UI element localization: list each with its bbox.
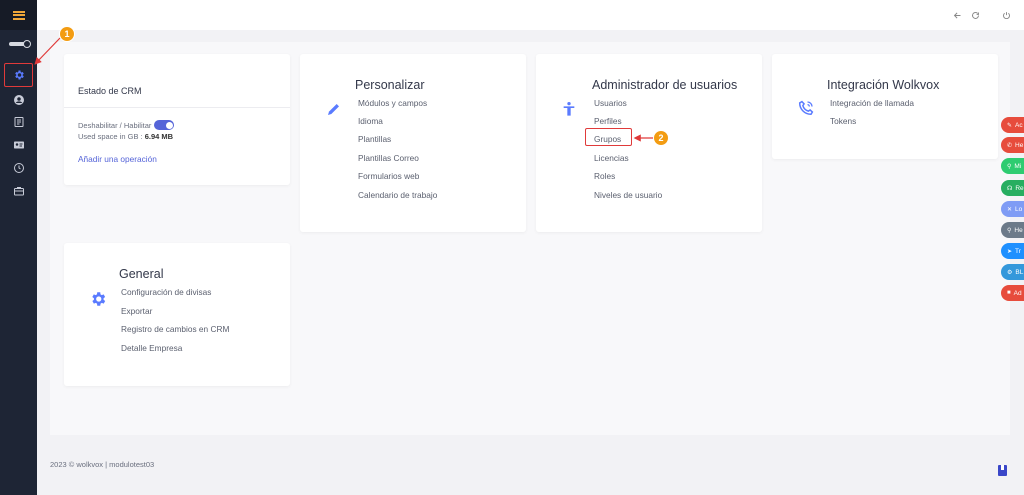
side-tab-9[interactable]: ■ Ad — [1001, 285, 1024, 301]
card-title: Estado de CRM — [78, 86, 142, 96]
headset-icon: ☊ — [1007, 185, 1013, 192]
footer-copyright: 2023 © wolkvox | modulotest03 — [50, 460, 155, 469]
integracion-wolkvox-card: Integración Wolkvox Integración de llama… — [772, 54, 998, 159]
used-space-value: 6.94 MB — [144, 132, 174, 141]
top-bar — [37, 0, 1024, 30]
refresh-button[interactable] — [968, 8, 982, 22]
gear-icon: ⚙ — [1007, 269, 1013, 276]
crm-toggle-row: Deshabilitar / Habilitar — [78, 120, 175, 130]
add-operation-link[interactable]: Añadir una operación — [78, 154, 157, 164]
sidebar-item-history[interactable] — [0, 157, 37, 179]
admin-usuarios-card: Administrador de usuarios Usuarios Perfi… — [536, 54, 762, 232]
link-plantillas[interactable]: Plantillas — [358, 134, 391, 144]
crm-enable-toggle[interactable] — [154, 120, 175, 130]
toggle-label: Deshabilitar / Habilitar — [78, 120, 152, 130]
link-perfiles[interactable]: Perfiles — [594, 116, 622, 126]
briefcase-icon — [13, 187, 24, 196]
send-icon: ➤ — [1007, 248, 1013, 255]
side-tab-5[interactable]: ✕ Lo — [1001, 201, 1024, 217]
card-title: Administrador de usuarios — [592, 78, 738, 92]
close-icon: ✕ — [1007, 206, 1013, 213]
link-plantillas-correo[interactable]: Plantillas Correo — [358, 153, 419, 163]
sidebar-item-list[interactable] — [0, 111, 37, 133]
book-icon[interactable] — [998, 465, 1007, 476]
mic-icon: ⚲ — [1007, 227, 1012, 234]
link-modulos-campos[interactable]: Módulos y campos — [358, 98, 427, 108]
link-calendario-trabajo[interactable]: Calendario de trabajo — [358, 190, 437, 200]
sidebar-item-briefcase[interactable] — [0, 180, 37, 202]
edit-icon: ✎ — [1007, 122, 1013, 129]
phone-call-icon — [797, 99, 815, 117]
link-configuracion-divisas[interactable]: Configuración de divisas — [121, 287, 211, 297]
side-tab-3[interactable]: ⚲ Mi — [1001, 158, 1024, 174]
power-button[interactable] — [999, 8, 1013, 22]
card-title: Integración Wolkvox — [827, 78, 940, 92]
wolkvox-logo — [8, 40, 31, 48]
link-roles[interactable]: Roles — [594, 171, 615, 181]
divider — [64, 107, 290, 108]
history-icon — [13, 163, 24, 173]
side-tab-8[interactable]: ⚙ BL — [1001, 264, 1024, 280]
menu-toggle-button[interactable] — [0, 0, 37, 30]
annotation-highlight-grupos — [585, 128, 632, 146]
list-icon — [14, 117, 23, 127]
side-tab-4[interactable]: ☊ Re — [1001, 180, 1024, 196]
power-icon — [1002, 11, 1010, 19]
personalizar-card: Personalizar Módulos y campos Idioma Pla… — [300, 54, 526, 232]
link-tokens[interactable]: Tokens — [830, 116, 856, 126]
side-tab-1[interactable]: ✎ Ac — [1001, 117, 1024, 133]
card-title: General — [119, 267, 164, 281]
annotation-highlight-settings — [4, 63, 33, 87]
back-button[interactable] — [950, 8, 964, 22]
annotation-badge-2: 2 — [653, 130, 669, 146]
settings-icon — [89, 290, 107, 308]
link-registro-cambios[interactable]: Registro de cambios en CRM — [121, 324, 229, 334]
phone-icon: ✆ — [1007, 142, 1013, 149]
side-tab-6[interactable]: ⚲ He — [1001, 222, 1024, 238]
link-detalle-empresa[interactable]: Detalle Empresa — [121, 343, 182, 353]
link-idioma[interactable]: Idioma — [358, 116, 383, 126]
card-title: Personalizar — [355, 78, 425, 92]
refresh-icon — [971, 11, 979, 19]
link-licencias[interactable]: Licencias — [594, 153, 629, 163]
contact-card-icon — [13, 141, 24, 149]
accessibility-person-icon — [561, 100, 577, 118]
link-usuarios[interactable]: Usuarios — [594, 98, 627, 108]
side-tab-7[interactable]: ➤ Tr — [1001, 243, 1024, 259]
general-card: General Configuración de divisas Exporta… — [64, 243, 290, 386]
chat-icon: ■ — [1007, 290, 1011, 296]
sidebar-item-users[interactable] — [0, 89, 37, 111]
pencil-icon — [326, 101, 342, 117]
link-formularios-web[interactable]: Formularios web — [358, 171, 419, 181]
side-tab-2[interactable]: ✆ He — [1001, 137, 1024, 153]
user-circle-icon — [13, 95, 24, 105]
back-arrow-icon — [953, 12, 960, 18]
sidebar — [0, 0, 37, 495]
link-exportar[interactable]: Exportar — [121, 306, 152, 316]
link-integracion-llamada[interactable]: Integración de llamada — [830, 98, 914, 108]
annotation-badge-1: 1 — [59, 26, 75, 42]
hamburger-icon — [12, 10, 25, 20]
estado-crm-card: Estado de CRM Deshabilitar / Habilitar U… — [64, 54, 290, 185]
mic-icon: ⚲ — [1007, 163, 1012, 170]
link-niveles-usuario[interactable]: Niveles de usuario — [594, 190, 662, 200]
used-space: Used space in GB : 6.94 MB — [78, 132, 174, 141]
sidebar-item-contacts[interactable] — [0, 134, 37, 156]
